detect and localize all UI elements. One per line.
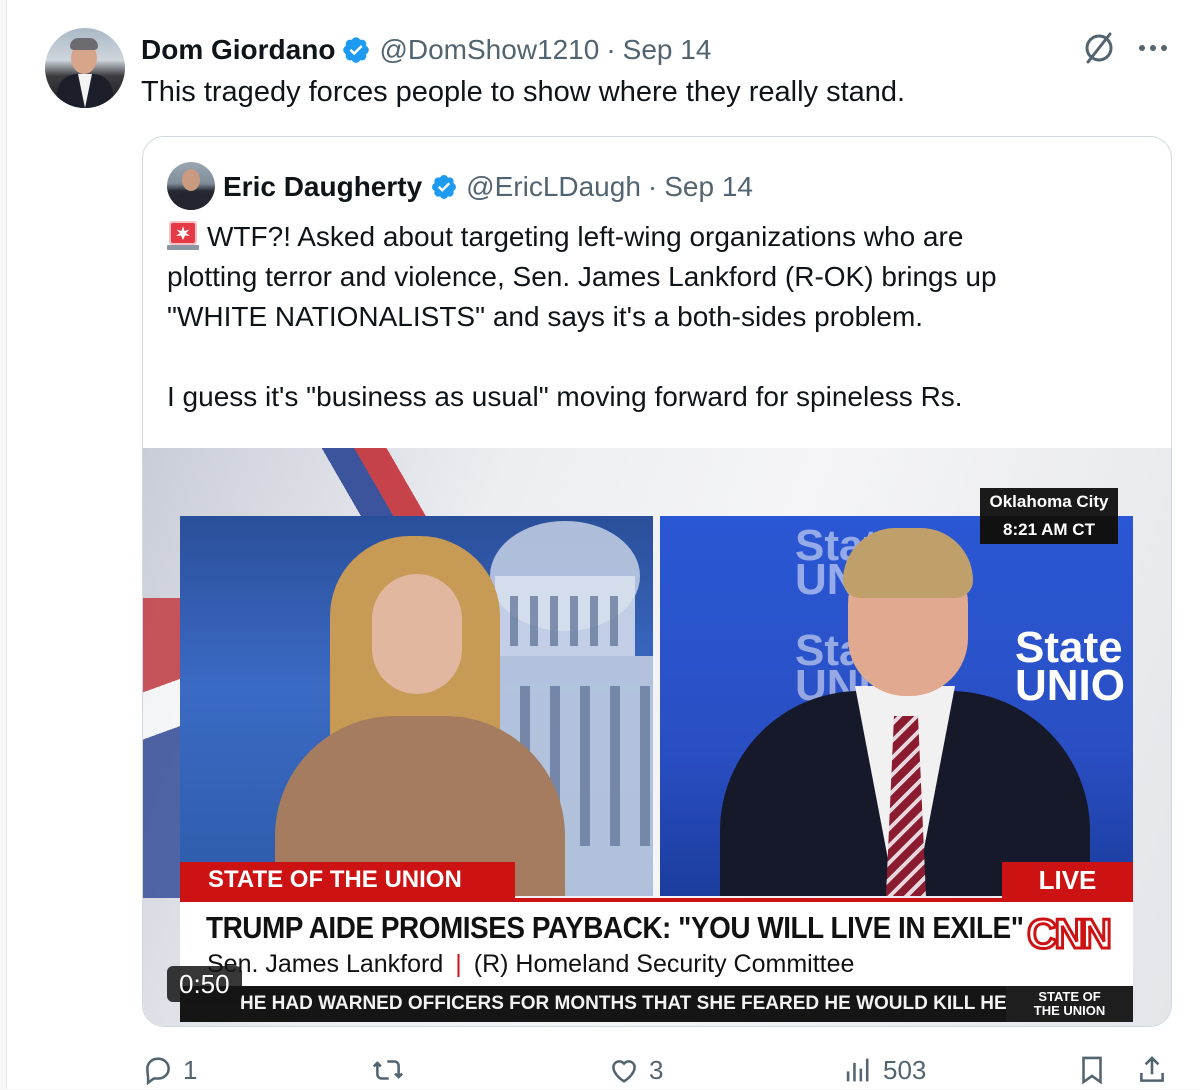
svg-text:CNN: CNN <box>1027 910 1110 957</box>
views-count: 503 <box>883 1054 927 1085</box>
quoted-author-avatar[interactable] <box>167 162 215 210</box>
views-icon <box>846 1058 869 1082</box>
lower-third: TRUMP AIDE PROMISES PAYBACK: "YOU WILL L… <box>180 898 1133 988</box>
reply-button[interactable]: 1 <box>141 1050 197 1090</box>
cnn-logo-icon: CNN <box>1026 909 1115 959</box>
like-button[interactable]: 3 <box>607 1050 663 1090</box>
repost-button[interactable] <box>371 1050 413 1090</box>
quoted-author-handle[interactable]: @EricLDaugh <box>466 171 641 203</box>
quoted-tweet-header: Eric Daugherty @EricLDaugh · Sep 14 <box>223 167 753 207</box>
tweet-header: Dom Giordano @DomShow1210 · Sep 14 <box>141 30 711 70</box>
like-count: 3 <box>649 1054 664 1085</box>
repost-icon <box>372 1060 404 1080</box>
quoted-text-line-2: plotting terror and violence, Sen. James… <box>167 261 997 292</box>
guest-title: (R) Homeland Security Committee <box>473 950 855 978</box>
quoted-text-line-3: "WHITE NATIONALISTS" and says it's a bot… <box>167 301 924 332</box>
quoted-text-followup: I guess it's "business as usual" moving … <box>167 381 963 412</box>
views-button[interactable]: 503 <box>841 1050 926 1090</box>
guest-name: Sen. James Lankford <box>207 950 444 978</box>
action-bar: 1 3 503 <box>141 1050 1181 1090</box>
tweet-text: This tragedy forces people to show where… <box>141 76 906 108</box>
show-tag: STATE OF THE UNION <box>180 862 515 898</box>
separator-dot: · <box>647 171 658 202</box>
verified-badge-icon <box>343 37 370 63</box>
bookmark-icon <box>1082 1056 1102 1085</box>
video-host-panel <box>180 516 653 896</box>
location-label: Oklahoma City <box>989 492 1109 511</box>
chyron-headline: TRUMP AIDE PROMISES PAYBACK: "YOU WILL L… <box>206 910 1024 945</box>
grok-icon[interactable] <box>1079 28 1119 68</box>
quoted-text-line: WTF?! Asked about targeting left-wing or… <box>167 217 1157 257</box>
quoted-text-line-1: WTF?! Asked about targeting left-wing or… <box>207 221 964 252</box>
tweet-date[interactable]: Sep 14 <box>623 34 712 66</box>
location-box: Oklahoma City 8:21 AM CT <box>980 488 1118 544</box>
quoted-tweet[interactable]: Eric Daugherty @EricLDaugh · Sep 14 WTF?… <box>142 136 1172 1027</box>
guest-separator: | <box>455 950 462 978</box>
tweet[interactable]: Dom Giordano @DomShow1210 · Sep 14 This … <box>6 0 1200 1089</box>
quoted-tweet-text: WTF?! Asked about targeting left-wing or… <box>167 217 1157 417</box>
video-duration: 0:50 <box>167 966 242 1002</box>
video-guest-panel: State UNIO State UNIO State UNIO <box>660 516 1133 896</box>
live-tag: LIVE <box>1002 862 1133 898</box>
separator-dot: · <box>606 34 616 65</box>
like-icon <box>612 1060 636 1083</box>
quoted-author-name[interactable]: Eric Daugherty <box>223 171 422 203</box>
backdrop-text: UNIO <box>1015 661 1125 710</box>
share-button[interactable] <box>1135 1050 1177 1090</box>
reply-icon <box>146 1057 170 1086</box>
author-handle[interactable]: @DomShow1210 <box>379 34 599 66</box>
video-player[interactable]: State UNIO State UNIO State UNIO Oklahom… <box>143 448 1171 1026</box>
author-avatar[interactable] <box>45 28 125 108</box>
siren-emoji-icon <box>167 221 199 250</box>
verified-badge-icon <box>432 175 457 199</box>
news-ticker: HE HAD WARNED OFFICERS FOR MONTHS THAT S… <box>180 986 1006 1022</box>
share-icon <box>1140 1056 1164 1082</box>
quoted-tweet-date[interactable]: Sep 14 <box>664 171 753 203</box>
ticker-logo: STATE OF THE UNION <box>1006 986 1133 1022</box>
local-time: 8:21 AM CT <box>980 516 1118 544</box>
author-name[interactable]: Dom Giordano <box>141 34 335 66</box>
bookmark-button[interactable] <box>1075 1050 1117 1090</box>
chyron-subline: Sen. James Lankford | (R) Homeland Securit… <box>207 948 854 980</box>
more-icon[interactable] <box>1133 28 1173 68</box>
reply-count: 1 <box>183 1054 198 1085</box>
